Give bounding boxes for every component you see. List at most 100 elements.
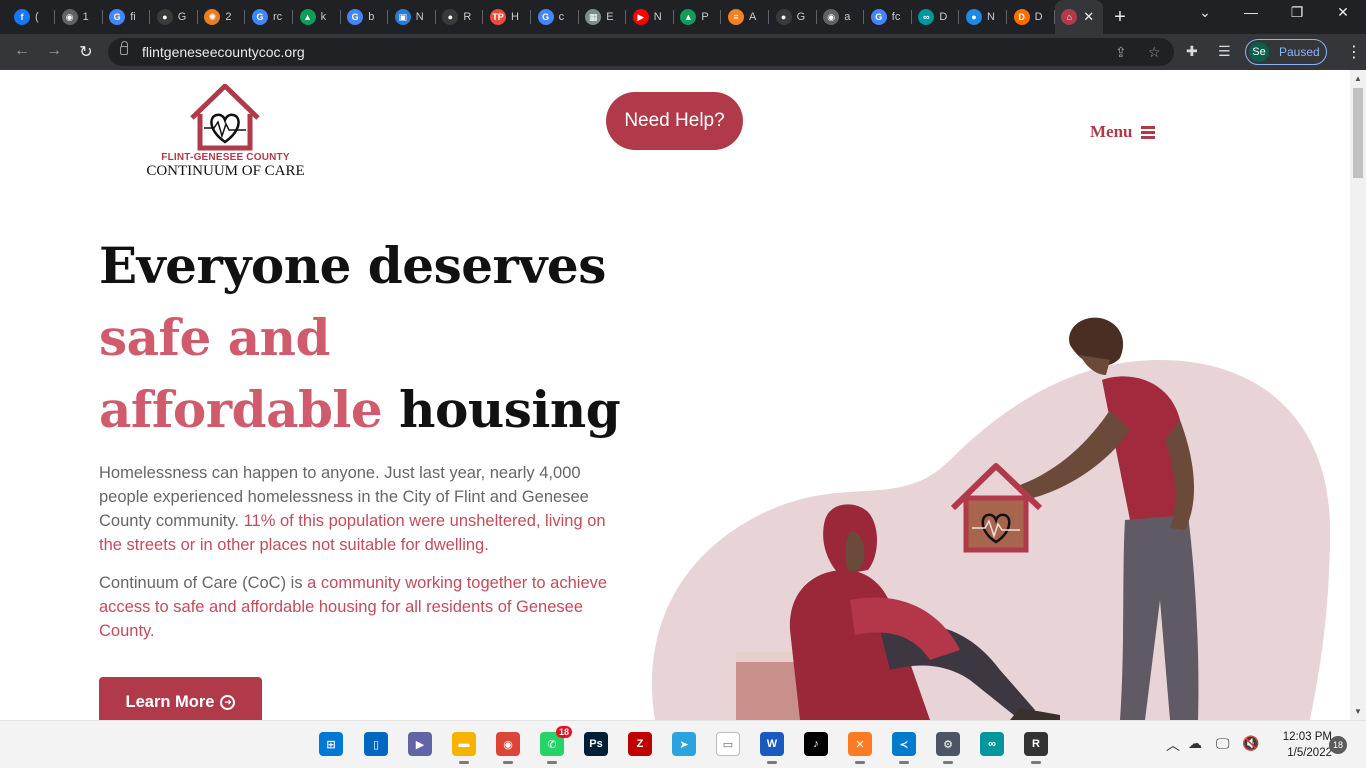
task-view-button[interactable]: ▯ — [364, 732, 388, 756]
browser-tab[interactable]: ● R — [436, 4, 484, 30]
notepad-button[interactable]: ▭ — [716, 732, 740, 756]
chevron-up-icon[interactable]: ︿ — [1166, 735, 1180, 755]
window-close-icon[interactable]: ✕ — [1328, 4, 1358, 21]
browser-tab[interactable]: Grc — [246, 4, 293, 30]
browser-tab[interactable]: Gc — [532, 4, 579, 30]
telegram-button[interactable]: ➤ — [672, 732, 696, 756]
system-clock[interactable]: 12:03 PM 1/5/2022 — [1270, 729, 1332, 761]
restore-icon[interactable]: ❐ — [1282, 4, 1312, 21]
page-scrollbar[interactable]: ▲ ▼ — [1350, 70, 1366, 720]
extensions-icon[interactable]: ✚ — [1186, 43, 1198, 60]
xampp-button[interactable]: ✕ — [848, 732, 872, 764]
browser-tab[interactable]: ● G — [770, 4, 817, 30]
onedrive-icon[interactable]: ☁ — [1188, 735, 1202, 752]
youtube-icon: ▶ — [632, 9, 649, 25]
tab-title: fi — [130, 11, 136, 23]
new-tab-button[interactable]: + — [1109, 6, 1131, 29]
forward-icon[interactable]: → — [44, 42, 64, 60]
browser-tab[interactable]: ▲ k — [294, 4, 341, 30]
lock-icon[interactable] — [120, 41, 128, 55]
logo-county-text: FLINT-GENESEE COUNTY — [161, 152, 290, 163]
chrome-button[interactable]: ◉ — [496, 732, 520, 764]
site-logo[interactable]: FLINT-GENESEE COUNTY CONTINUUM OF CARE — [138, 83, 313, 179]
scroll-down-icon[interactable]: ▼ — [1354, 707, 1362, 716]
drive-icon: ▲ — [680, 9, 697, 25]
image-icon: ▣ — [394, 9, 411, 25]
tab-title: E — [606, 11, 614, 23]
browser-tab[interactable]: ≡ A — [722, 4, 769, 30]
browser-tab[interactable]: ✺ 2 — [198, 4, 246, 30]
google-icon: G — [347, 9, 364, 25]
filezilla-icon: Z — [636, 738, 644, 750]
windows-taskbar: ⊞ ▯ ▶ ▬ ◉ ✆ 18 Ps Z ➤ ▭ W ♪ ✕ ≺ ⚙ ∞ R ︿ ☁ 🖵 🔇 12:03 PM 1/… — [0, 720, 1366, 768]
photoshop-button[interactable]: Ps — [584, 732, 608, 756]
browser-tab[interactable]: f( — [8, 4, 55, 30]
browser-tab[interactable]: ▣ N — [389, 4, 436, 30]
tab-title: 2 — [225, 11, 232, 23]
browser-tab[interactable]: ▦ E — [579, 4, 627, 30]
google-icon: G — [252, 9, 268, 25]
start-button[interactable]: ⊞ — [319, 732, 343, 756]
tab-title: N — [415, 11, 424, 23]
browser-tab[interactable]: ◉ 1 — [56, 4, 103, 30]
need-help-button[interactable]: Need Help? — [606, 92, 743, 150]
tab-title: D — [1034, 11, 1043, 23]
share-icon[interactable]: ⇪ — [1115, 44, 1127, 61]
scroll-up-icon[interactable]: ▲ — [1354, 74, 1362, 83]
browser-tab[interactable]: Gfi — [103, 4, 151, 30]
menu-button[interactable]: Menu — [1090, 122, 1155, 142]
browser-tab[interactable]: ▶ N — [627, 4, 674, 30]
notification-badge[interactable]: 18 — [1329, 736, 1347, 754]
learn-more-label: Learn More — [125, 692, 215, 711]
browser-tab[interactable]: ● G — [151, 4, 198, 30]
volume-muted-icon[interactable]: 🔇 — [1242, 735, 1259, 752]
browser-menu-icon[interactable]: ⋮ — [1346, 42, 1362, 62]
scrollbar-thumb[interactable] — [1353, 88, 1363, 178]
xampp-icon: ✕ — [855, 738, 865, 751]
bookmark-star-icon[interactable]: ☆ — [1148, 44, 1161, 61]
drive-icon: ▲ — [299, 9, 316, 25]
learn-more-button[interactable]: Learn More ➜ — [99, 677, 262, 720]
tab-title: a — [844, 11, 851, 23]
tab-close-icon[interactable]: ✕ — [1083, 9, 1094, 25]
tiktok-button[interactable]: ♪ — [804, 732, 828, 756]
browser-tab[interactable]: Gfc — [865, 4, 912, 30]
unread-badge: 18 — [555, 726, 572, 738]
profile-button[interactable]: Se Paused — [1245, 39, 1327, 65]
vscode-button[interactable]: ≺ — [892, 732, 916, 764]
monitor-icon[interactable]: 🖵 — [1216, 735, 1230, 752]
whatsapp-button[interactable]: ✆ 18 — [540, 726, 572, 764]
tab-title: 1 — [82, 11, 89, 23]
browser-tab[interactable]: TP H — [484, 4, 531, 30]
back-icon[interactable]: ← — [12, 42, 32, 60]
telegram-icon: ➤ — [679, 738, 689, 751]
file-explorer-button[interactable]: ▬ — [452, 732, 476, 764]
address-bar[interactable]: flintgeneseecountycoc.org ⇪ ☆ — [108, 38, 1174, 66]
tab-title: c — [558, 11, 565, 23]
browser-tab-active[interactable]: ⌂ ✕ — [1055, 0, 1104, 34]
tiktok-icon: ♪ — [813, 738, 819, 750]
browser-tab[interactable]: ∞ D — [912, 4, 960, 30]
app-r-button[interactable]: R — [1024, 732, 1048, 764]
arduino-button[interactable]: ∞ — [980, 732, 1004, 756]
arrow-circle-right-icon: ➜ — [220, 694, 236, 710]
reading-list-icon[interactable]: ☰ — [1218, 43, 1231, 60]
url-text[interactable]: flintgeneseecountycoc.org — [142, 44, 305, 60]
tab-title: A — [749, 11, 757, 23]
settings-button[interactable]: ⚙ — [936, 732, 960, 764]
logo-coc-text: CONTINUUM OF CARE — [146, 163, 305, 179]
browser-tab[interactable]: DD — [1008, 4, 1055, 30]
tab-search-icon[interactable]: ⌄ — [1190, 4, 1220, 21]
browser-tab[interactable]: ◉ a — [817, 4, 865, 30]
reload-icon[interactable]: ↻ — [76, 42, 96, 62]
infinity-icon: ∞ — [918, 9, 935, 25]
clock-time: 12:03 PM — [1282, 731, 1332, 743]
browser-tab[interactable]: ● N — [960, 4, 1007, 30]
browser-tab[interactable]: Gb — [341, 4, 389, 30]
clock-date: 1/5/2022 — [1287, 747, 1332, 759]
filezilla-button[interactable]: Z — [628, 732, 652, 756]
browser-tab[interactable]: ▲ P — [674, 4, 722, 30]
minimize-icon[interactable]: — — [1236, 4, 1266, 20]
teams-chat-button[interactable]: ▶ — [408, 732, 432, 756]
word-button[interactable]: W — [760, 732, 784, 764]
